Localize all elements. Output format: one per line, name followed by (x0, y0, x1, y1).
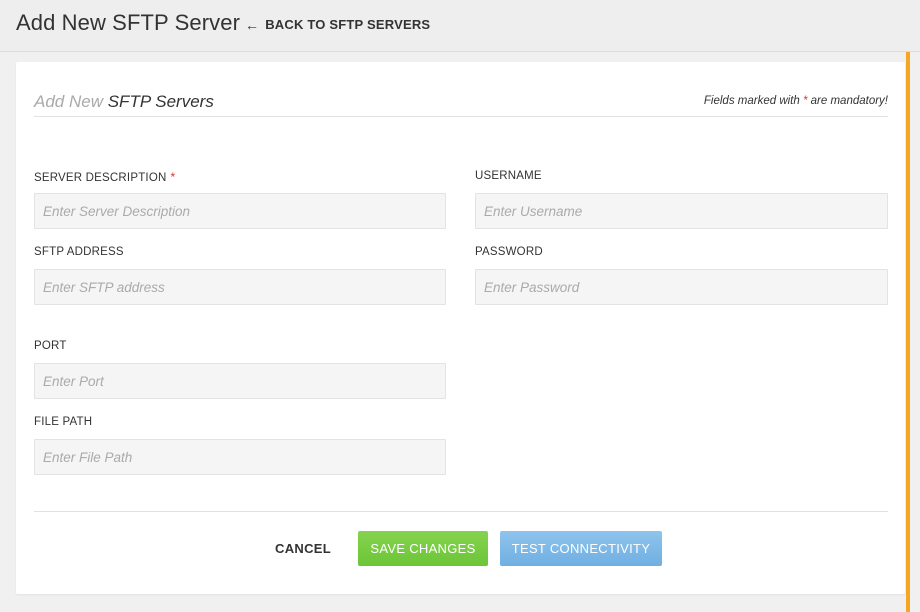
mandatory-note: Fields marked with * are mandatory! (704, 95, 888, 107)
page-title: Add New SFTP Server (16, 10, 241, 35)
file-path-label: FILE PATH (34, 416, 93, 428)
accent-bar (906, 52, 910, 612)
username-label: USERNAME (475, 170, 542, 182)
port-label: PORT (34, 340, 67, 352)
username-input[interactable] (475, 193, 888, 229)
file-path-input[interactable] (34, 439, 446, 475)
arrow-left-icon: ← (245, 16, 260, 33)
top-bar: Add New SFTP Server ← BACK TO SFTP SERVE… (0, 0, 920, 52)
back-to-sftp-servers-link[interactable]: ← BACK TO SFTP SERVERS (245, 17, 430, 32)
card-header: Add New SFTP Servers Fields marked with … (34, 92, 888, 117)
server-description-input[interactable] (34, 193, 446, 229)
server-description-required-marker: * (170, 170, 176, 184)
sftp-address-label: SFTP ADDRESS (34, 246, 124, 258)
server-description-label: SERVER DESCRIPTION * (34, 170, 175, 184)
card-title-main: SFTP Servers (107, 92, 214, 111)
password-label: PASSWORD (475, 246, 543, 258)
form-divider (34, 511, 888, 512)
sftp-server-form-card: Add New SFTP Servers Fields marked with … (16, 62, 905, 594)
back-link-label: BACK TO SFTP SERVERS (265, 17, 431, 32)
password-input[interactable] (475, 269, 888, 305)
card-title-prefix: Add New (34, 92, 103, 111)
sftp-address-input[interactable] (34, 269, 446, 305)
card-title: Add New SFTP Servers (34, 92, 214, 112)
cancel-button[interactable]: CANCEL (267, 531, 339, 566)
mandatory-note-after: are mandatory! (807, 95, 888, 107)
mandatory-note-before: Fields marked with (703, 95, 803, 107)
save-changes-button[interactable]: SAVE CHANGES (358, 531, 488, 566)
port-input[interactable] (34, 363, 446, 399)
server-description-label-text: SERVER DESCRIPTION (34, 172, 167, 184)
test-connectivity-button[interactable]: TEST CONNECTIVITY (500, 531, 662, 566)
